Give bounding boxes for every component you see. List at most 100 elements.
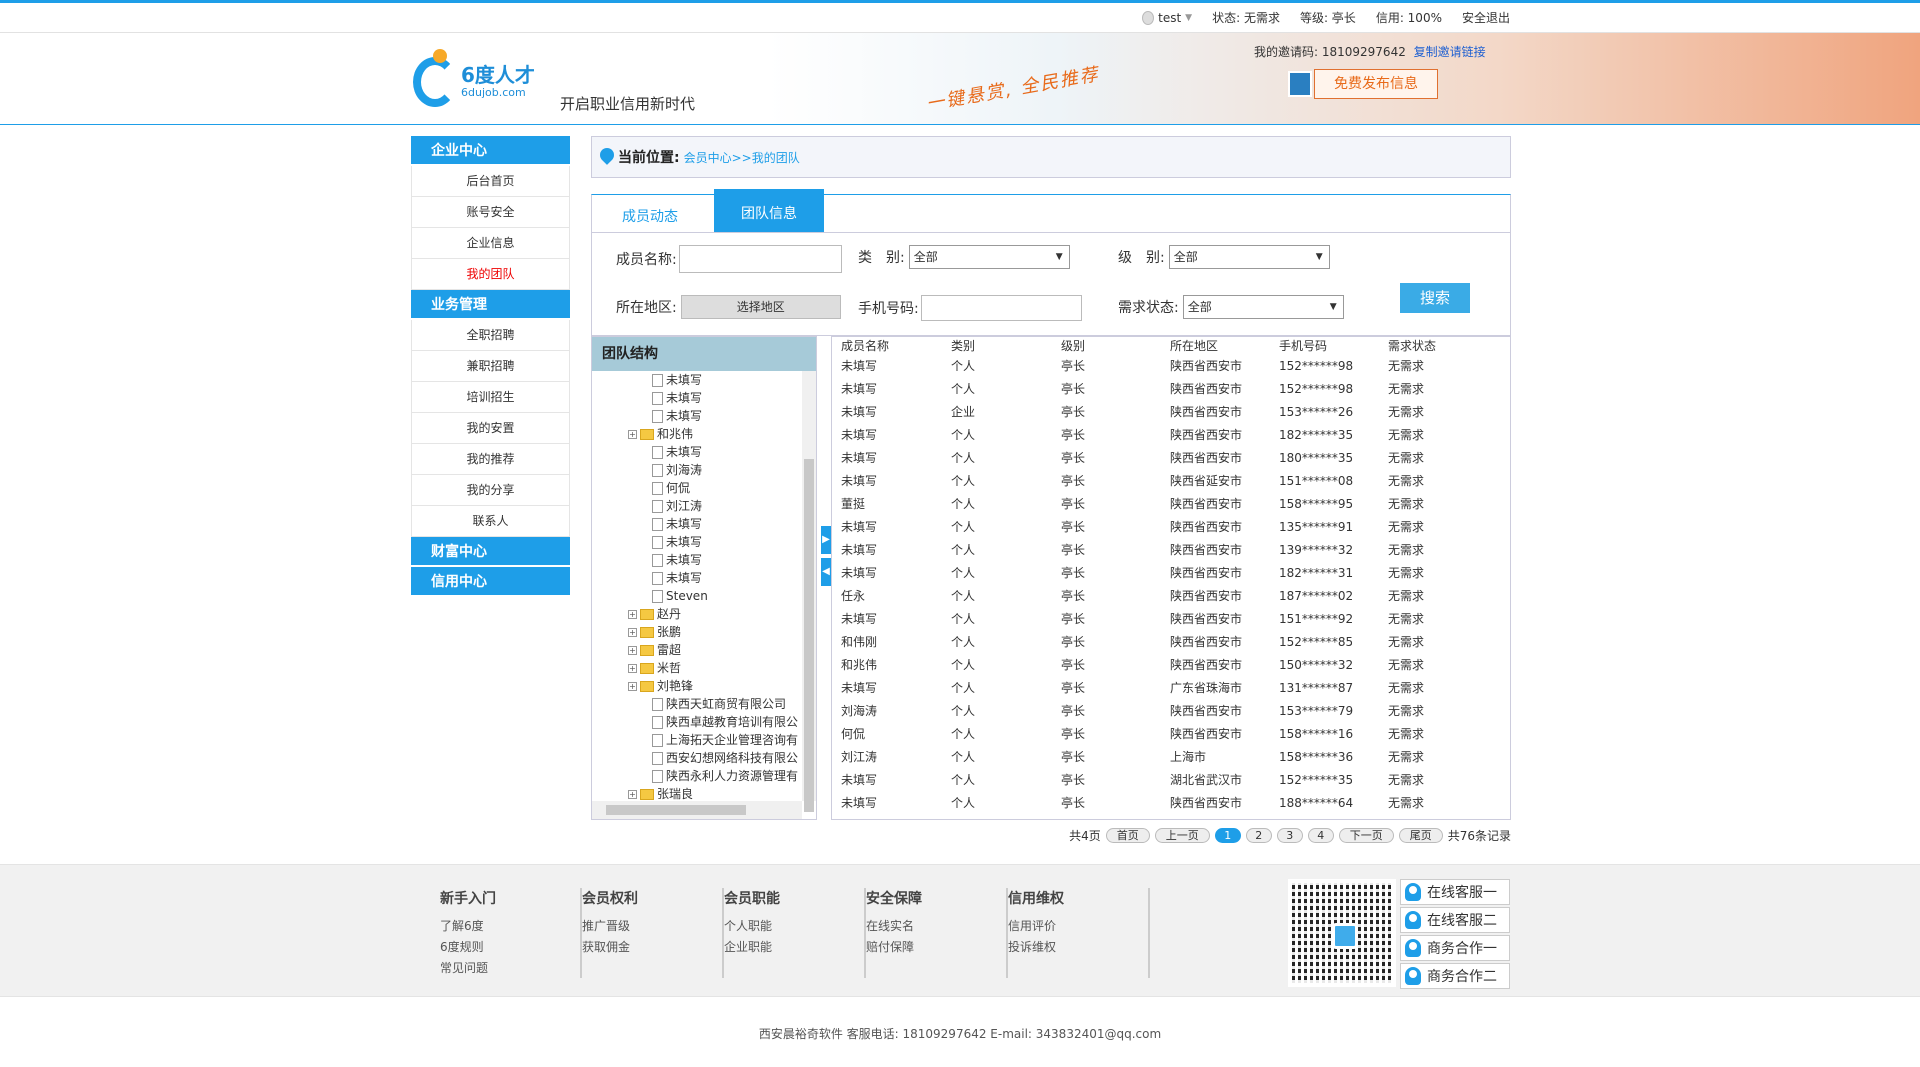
footer-link[interactable]: 企业职能 (724, 937, 864, 958)
collapse-left-icon[interactable]: ◀ (821, 558, 831, 586)
expand-plus-icon[interactable]: + (628, 789, 637, 799)
footer-link[interactable]: 个人职能 (724, 916, 864, 937)
last-page-button[interactable]: 尾页 (1398, 828, 1443, 843)
expand-plus-icon[interactable]: + (628, 627, 637, 637)
tree-node[interactable]: + 张鹏 (592, 623, 802, 641)
table-row[interactable]: 未填写 个人 亭长 陕西省西安市 182******31 无需求 (832, 562, 1510, 585)
customer-service-button[interactable]: 在线客服二 (1400, 907, 1510, 933)
sidebar-section-header[interactable]: 信用中心 (411, 567, 570, 597)
tree-node[interactable]: 刘海涛 (592, 461, 802, 479)
table-row[interactable]: 未填写 个人 亭长 陕西省西安市 151******92 无需求 (832, 608, 1510, 631)
level-select[interactable]: 全部 (1168, 245, 1330, 269)
sidebar-item[interactable]: 账号安全 (411, 197, 570, 228)
tree-horizontal-scrollbar[interactable] (592, 801, 802, 819)
footer-link[interactable]: 6度规则 (440, 937, 580, 958)
tree-node[interactable]: 陕西永利人力资源管理有 (592, 767, 802, 785)
page-4[interactable]: 4 (1307, 828, 1334, 843)
table-row[interactable]: 刘江涛 个人 亭长 上海市 158******36 无需求 (832, 746, 1510, 769)
footer-link[interactable]: 推广晋级 (582, 916, 722, 937)
tab-team-info[interactable]: 团队信息 (714, 189, 824, 232)
tree-node[interactable]: + 张瑞良 (592, 785, 802, 801)
publish-button[interactable]: 免费发布信息 (1314, 69, 1438, 99)
footer-link[interactable]: 在线实名 (866, 916, 1006, 937)
table-row[interactable]: 未填写 个人 亭长 陕西省西安市 182******35 无需求 (832, 424, 1510, 447)
phone-input[interactable] (920, 295, 1082, 321)
category-select[interactable]: 全部 (908, 245, 1070, 269)
tree-node[interactable]: 上海拓天企业管理咨询有 (592, 731, 802, 749)
table-row[interactable]: 未填写 个人 亭长 陕西省西安市 152******98 无需求 (832, 378, 1510, 401)
footer-link[interactable]: 获取佣金 (582, 937, 722, 958)
tree-node[interactable]: + 赵丹 (592, 605, 802, 623)
page-3[interactable]: 3 (1276, 828, 1303, 843)
tree-node[interactable]: 未填写 (592, 407, 802, 425)
tree-node[interactable]: + 雷超 (592, 641, 802, 659)
tree-node[interactable]: 未填写 (592, 569, 802, 587)
footer-link[interactable]: 赔付保障 (866, 937, 1006, 958)
sidebar-section-header[interactable]: 企业中心 (411, 136, 570, 166)
first-page-button[interactable]: 首页 (1105, 828, 1150, 843)
tree-node[interactable]: Steven (592, 587, 802, 605)
region-picker-button[interactable]: 选择地区 (680, 295, 841, 319)
sidebar-section-header[interactable]: 业务管理 (411, 290, 570, 320)
expand-plus-icon[interactable]: + (628, 663, 637, 673)
tree-node[interactable]: 未填写 (592, 389, 802, 407)
table-row[interactable]: 未填写 个人 亭长 湖北省武汉市 152******35 无需求 (832, 769, 1510, 792)
sidebar-item[interactable]: 培训招生 (411, 382, 570, 413)
tree-node[interactable]: 刘江涛 (592, 497, 802, 515)
page-2[interactable]: 2 (1245, 828, 1272, 843)
user-menu[interactable]: test ▼ (1142, 10, 1192, 25)
tree-node[interactable]: + 刘艳锋 (592, 677, 802, 695)
table-row[interactable]: 董挺 个人 亭长 陕西省西安市 158******95 无需求 (832, 493, 1510, 516)
sidebar-item[interactable]: 兼职招聘 (411, 351, 570, 382)
table-row[interactable]: 未填写 个人 亭长 陕西省西安市 188******64 无需求 (832, 792, 1510, 815)
tree-node[interactable]: + 和兆伟 (592, 425, 802, 443)
table-row[interactable]: 未填写 个人 亭长 陕西省延安市 151******08 无需求 (832, 470, 1510, 493)
customer-service-button[interactable]: 在线客服一 (1400, 879, 1510, 905)
sidebar-item[interactable]: 企业信息 (411, 228, 570, 259)
page-1[interactable]: 1 (1214, 828, 1241, 843)
breadcrumb-path[interactable]: 会员中心>>我的团队 (684, 149, 800, 166)
prev-page-button[interactable]: 上一页 (1154, 828, 1210, 843)
expand-plus-icon[interactable]: + (628, 645, 637, 655)
table-row[interactable]: 和伟刚 个人 亭长 陕西省西安市 152******85 无需求 (832, 631, 1510, 654)
sidebar-item[interactable]: 联系人 (411, 506, 570, 537)
tree-node[interactable]: + 米哲 (592, 659, 802, 677)
member-name-input[interactable] (678, 245, 842, 273)
tree-node[interactable]: 未填写 (592, 515, 802, 533)
expand-plus-icon[interactable]: + (628, 681, 637, 691)
tree-node[interactable]: 未填写 (592, 533, 802, 551)
expand-right-icon[interactable]: ▶ (821, 526, 831, 554)
next-page-button[interactable]: 下一页 (1338, 828, 1394, 843)
footer-link[interactable]: 常见问题 (440, 958, 580, 979)
tree-node[interactable]: 西安幻想网络科技有限公 (592, 749, 802, 767)
logout-link[interactable]: 安全退出 (1462, 9, 1510, 26)
table-row[interactable]: 未填写 个人 亭长 广东省珠海市 131******87 无需求 (832, 677, 1510, 700)
tree-node[interactable]: 陕西天虹商贸有限公司 (592, 695, 802, 713)
site-logo[interactable]: 6度人才 6dujob.com (411, 49, 535, 109)
copy-invite-link[interactable]: 复制邀请链接 (1414, 45, 1486, 59)
table-row[interactable]: 未填写 个人 亭长 陕西省西安市 152******98 无需求 (832, 355, 1510, 378)
footer-link[interactable]: 信用评价 (1008, 916, 1148, 937)
tree-node[interactable]: 陕西卓越教育培训有限公 (592, 713, 802, 731)
table-row[interactable]: 刘海涛 个人 亭长 陕西省西安市 153******79 无需求 (832, 700, 1510, 723)
tree-node[interactable]: 未填写 (592, 551, 802, 569)
sidebar-item[interactable]: 我的团队 (411, 259, 570, 290)
sidebar-item[interactable]: 后台首页 (411, 166, 570, 197)
table-row[interactable]: 和兆伟 个人 亭长 陕西省西安市 150******32 无需求 (832, 654, 1510, 677)
sidebar-item[interactable]: 我的分享 (411, 475, 570, 506)
customer-service-button[interactable]: 商务合作二 (1400, 963, 1510, 989)
customer-service-button[interactable]: 商务合作一 (1400, 935, 1510, 961)
table-row[interactable]: 任永 个人 亭长 陕西省西安市 187******02 无需求 (832, 585, 1510, 608)
need-status-select[interactable]: 全部 (1182, 295, 1344, 319)
sidebar-item[interactable]: 我的安置 (411, 413, 570, 444)
footer-link[interactable]: 了解6度 (440, 916, 580, 937)
table-row[interactable]: 未填写 个人 亭长 陕西省西安市 180******35 无需求 (832, 447, 1510, 470)
table-row[interactable]: 何侃 个人 亭长 陕西省西安市 158******16 无需求 (832, 723, 1510, 746)
sidebar-item[interactable]: 全职招聘 (411, 320, 570, 351)
table-row[interactable]: 未填写 个人 亭长 陕西省西安市 135******91 无需求 (832, 516, 1510, 539)
tree-node[interactable]: 何侃 (592, 479, 802, 497)
sidebar-section-header[interactable]: 财富中心 (411, 537, 570, 567)
tree-node[interactable]: 未填写 (592, 443, 802, 461)
table-row[interactable]: 未填写 企业 亭长 陕西省西安市 153******26 无需求 (832, 401, 1510, 424)
sidebar-item[interactable]: 我的推荐 (411, 444, 570, 475)
